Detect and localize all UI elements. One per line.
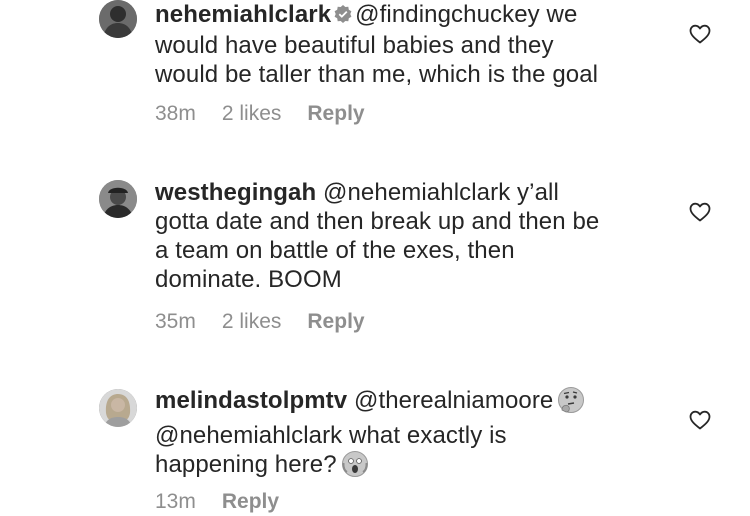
reply-button[interactable]: Reply [222,490,279,513]
comment-line: would be taller than me, which is the go… [155,61,599,88]
comment-time: 35m [155,310,196,333]
comment-time: 13m [155,490,196,513]
heart-icon[interactable] [689,24,711,44]
comment-text: nehemiahlclark @findingchuckey we would h… [155,0,655,89]
comment-username[interactable]: nehemiahlclark [155,1,331,28]
heart-icon[interactable] [689,202,711,222]
thinking-face-emoji [557,386,585,421]
comment-username[interactable]: melindastolpmtv [155,387,347,414]
like-count[interactable]: 2 likes [222,310,282,333]
reply-button[interactable]: Reply [307,102,364,125]
comment-meta: 35m 2 likes Reply [155,310,391,334]
avatar[interactable] [99,0,137,38]
screaming-face-emoji [341,450,369,485]
verified-badge-icon [333,2,353,31]
avatar[interactable] [99,180,137,218]
comment-text: westhegingah @nehemiahlclark y’all gotta… [155,178,655,294]
comment-time: 38m [155,102,196,125]
comment-text: melindastolpmtv @therealniamoore @nehemi… [155,386,655,485]
comment-username[interactable]: westhegingah [155,179,316,206]
heart-icon[interactable] [689,410,711,430]
comment-line: gotta date and then break up and then be [155,208,600,235]
comment-line: @therealniamoore [353,387,554,414]
comment-meta: 13m Reply [155,490,305,514]
comment-line: @nehemiahlclark y’all [323,179,559,206]
comment-line: happening here? [155,451,337,478]
comment-meta: 38m 2 likes Reply [155,102,391,126]
like-count[interactable]: 2 likes [222,102,282,125]
avatar[interactable] [99,389,137,427]
comment-line: @nehemiahlclark what exactly is [155,422,507,449]
comment-line: would have beautiful babies and they [155,32,554,59]
comments-list: nehemiahlclark @findingchuckey we would h… [0,0,750,516]
comment-line: @findingchuckey we [355,1,578,28]
comment-line: dominate. BOOM [155,266,342,293]
reply-button[interactable]: Reply [307,310,364,333]
comment-line: a team on battle of the exes, then [155,237,515,264]
